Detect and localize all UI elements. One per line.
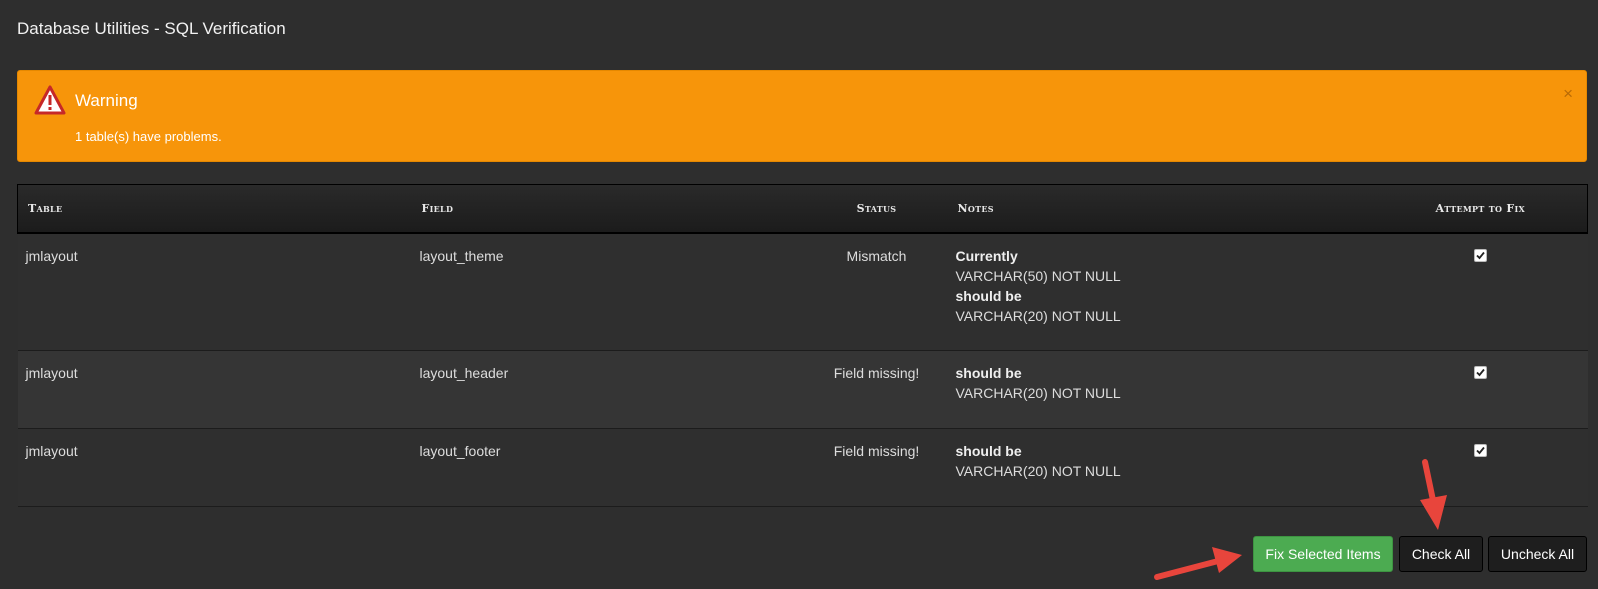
check-all-button[interactable]: Check All — [1399, 536, 1483, 572]
cell-table-name: jmlayout — [17, 350, 412, 429]
notes-should-be-value: VARCHAR(20) NOT NULL — [955, 308, 1121, 324]
fix-checkbox[interactable] — [1474, 444, 1487, 457]
cell-attempt-to-fix — [1373, 350, 1588, 429]
cell-field-name: layout_footer — [411, 428, 806, 507]
column-header-field: Field — [411, 184, 806, 234]
alert-title: Warning — [75, 91, 138, 110]
cell-status: Field missing! — [805, 350, 948, 429]
checkmark-icon — [1476, 446, 1485, 455]
cell-status: Mismatch — [805, 233, 948, 351]
cell-table-name: jmlayout — [17, 233, 412, 351]
notes-should-be-label: should be — [955, 443, 1022, 459]
table-row: jmlayout layout_theme Mismatch Currently… — [17, 233, 1588, 351]
notes-currently-value: VARCHAR(50) NOT NULL — [955, 268, 1121, 284]
checkmark-icon — [1476, 368, 1485, 377]
warning-triangle-icon — [34, 85, 66, 115]
cell-field-name: layout_theme — [411, 233, 806, 351]
fix-checkbox[interactable] — [1474, 249, 1487, 262]
column-header-status: Status — [805, 184, 948, 234]
cell-table-name: jmlayout — [17, 428, 412, 507]
uncheck-all-button[interactable]: Uncheck All — [1488, 536, 1587, 572]
cell-notes: should be VARCHAR(20) NOT NULL — [947, 350, 1374, 429]
warning-alert: Warning 1 table(s) have problems. × — [17, 70, 1587, 162]
cell-field-name: layout_header — [411, 350, 806, 429]
verification-table: Table Field Status Notes Attempt to Fix … — [17, 184, 1588, 507]
table-header-row: Table Field Status Notes Attempt to Fix — [17, 184, 1588, 234]
arrow-icon — [1154, 547, 1242, 580]
alert-message: 1 table(s) have problems. — [75, 129, 222, 144]
notes-should-be-label: should be — [955, 288, 1022, 304]
column-header-notes: Notes — [947, 184, 1374, 234]
cell-attempt-to-fix — [1373, 233, 1588, 351]
notes-should-be-value: VARCHAR(20) NOT NULL — [955, 385, 1121, 401]
cell-status: Field missing! — [805, 428, 948, 507]
notes-currently-label: Currently — [955, 248, 1018, 264]
close-icon[interactable]: × — [1563, 85, 1573, 102]
notes-should-be-value: VARCHAR(20) NOT NULL — [955, 463, 1121, 479]
column-header-attempt-to-fix: Attempt to Fix — [1373, 184, 1588, 234]
table-row: jmlayout layout_footer Field missing! sh… — [17, 428, 1588, 507]
column-header-table: Table — [17, 184, 412, 234]
cell-attempt-to-fix — [1373, 428, 1588, 507]
page-title: Database Utilities - SQL Verification — [17, 19, 286, 38]
fix-selected-items-button[interactable]: Fix Selected Items — [1253, 536, 1393, 572]
cell-notes: Currently VARCHAR(50) NOT NULL should be… — [947, 233, 1374, 351]
table-row: jmlayout layout_header Field missing! sh… — [17, 350, 1588, 429]
cell-notes: should be VARCHAR(20) NOT NULL — [947, 428, 1374, 507]
fix-checkbox[interactable] — [1474, 366, 1487, 379]
checkmark-icon — [1476, 251, 1485, 260]
notes-should-be-label: should be — [955, 365, 1022, 381]
